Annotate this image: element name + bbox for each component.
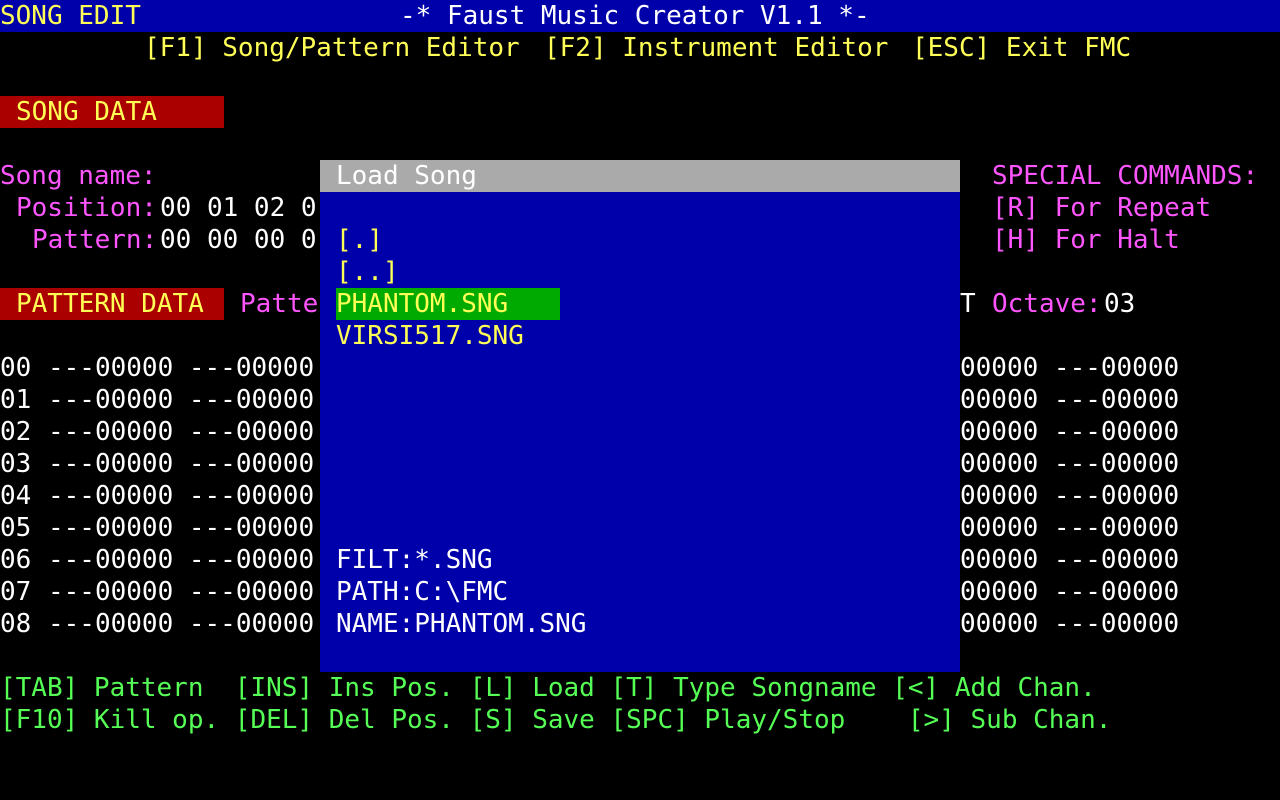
pattern-row-index: 05 xyxy=(0,513,32,543)
pattern-row-right-channels[interactable]: 00000 ---00000 xyxy=(960,608,1179,640)
pattern-row-index: 00 xyxy=(0,353,32,383)
file-item-selected[interactable]: PHANTOM.SNG xyxy=(336,288,560,320)
pattern-number-label: Patte xyxy=(240,289,319,319)
pattern-row-right-channels[interactable]: 00000 ---00000 xyxy=(960,544,1179,576)
pattern-row-index: 03 xyxy=(0,449,32,479)
file-item[interactable]: [.] xyxy=(336,224,383,256)
pattern-row-index: 07 xyxy=(0,577,32,607)
pattern-right-partial: T xyxy=(960,289,976,319)
pattern-label: Pattern: xyxy=(32,225,158,255)
pattern-row-right-channels[interactable]: 00000 ---00000 xyxy=(960,352,1179,384)
special-command-repeat: [R] For Repeat xyxy=(992,193,1212,223)
pattern-row-left-channels[interactable]: ---00000 ---00000 xyxy=(48,480,314,512)
song-data-heading: SONG DATA xyxy=(16,97,157,127)
filter-field[interactable]: FILT:*.SNG xyxy=(336,544,493,576)
help-line-1: [TAB] Pattern [INS] Ins Pos. [L] Load [T… xyxy=(0,673,1096,703)
special-command-halt: [H] For Halt xyxy=(992,225,1180,255)
name-field[interactable]: NAME:PHANTOM.SNG xyxy=(336,608,586,640)
pattern-row-index: 01 xyxy=(0,385,32,415)
pattern-row-index: 02 xyxy=(0,417,32,447)
pattern-row-right-channels[interactable]: 00000 ---00000 xyxy=(960,512,1179,544)
special-commands-heading: SPECIAL COMMANDS: xyxy=(992,161,1259,191)
file-item[interactable]: [..] xyxy=(336,256,399,288)
menu-song-pattern-editor[interactable]: [F1] Song/Pattern Editor xyxy=(144,32,520,64)
dialog-title-bar: Load Song xyxy=(320,160,960,192)
octave-value[interactable]: 03 xyxy=(1104,288,1135,320)
pattern-row-left-channels[interactable]: ---00000 ---00000 xyxy=(48,352,314,384)
pattern-row-right-channels[interactable]: 00000 ---00000 xyxy=(960,448,1179,480)
pattern-row-right-channels[interactable]: 00000 ---00000 xyxy=(960,416,1179,448)
pattern-row-left-channels[interactable]: ---00000 ---00000 xyxy=(48,608,314,640)
pattern-row-index: 08 xyxy=(0,609,32,639)
pattern-row-left-channels[interactable]: ---00000 ---00000 xyxy=(48,512,314,544)
load-song-dialog: Load Song [.] [..] PHANTOM.SNG VIRSI517.SNG… xyxy=(320,160,960,672)
position-values[interactable]: 00 01 02 0 xyxy=(160,192,317,224)
pattern-row-right-channels[interactable]: 00000 ---00000 xyxy=(960,576,1179,608)
dialog-title: Load Song xyxy=(336,161,477,191)
pattern-row-left-channels[interactable]: ---00000 ---00000 xyxy=(48,448,314,480)
app-title: -* Faust Music Creator V1.1 *- xyxy=(400,1,870,31)
pattern-row-right-channels[interactable]: 00000 ---00000 xyxy=(960,480,1179,512)
song-name-label: Song name: xyxy=(0,161,157,191)
pattern-row-index: 06 xyxy=(0,545,32,575)
position-label: Position: xyxy=(16,193,157,223)
file-item[interactable]: VIRSI517.SNG xyxy=(336,320,524,352)
menu-instrument-editor[interactable]: [F2] Instrument Editor xyxy=(544,32,888,64)
help-line-2: [F10] Kill op. [DEL] Del Pos. [S] Save [… xyxy=(0,705,1112,735)
pattern-data-heading: PATTERN DATA xyxy=(16,289,204,319)
octave-label: Octave: xyxy=(992,289,1102,319)
menu-exit[interactable]: [ESC] Exit FMC xyxy=(912,32,1131,64)
path-field[interactable]: PATH:C:\FMC xyxy=(336,576,508,608)
pattern-row-left-channels[interactable]: ---00000 ---00000 xyxy=(48,576,314,608)
pattern-row-left-channels[interactable]: ---00000 ---00000 xyxy=(48,416,314,448)
pattern-row-right-channels[interactable]: 00000 ---00000 xyxy=(960,384,1179,416)
pattern-row-left-channels[interactable]: ---00000 ---00000 xyxy=(48,544,314,576)
pattern-row-left-channels[interactable]: ---00000 ---00000 xyxy=(48,384,314,416)
pattern-values[interactable]: 00 00 00 0 xyxy=(160,224,317,256)
mode-label: SONG EDIT xyxy=(0,1,141,31)
pattern-row-index: 04 xyxy=(0,481,32,511)
